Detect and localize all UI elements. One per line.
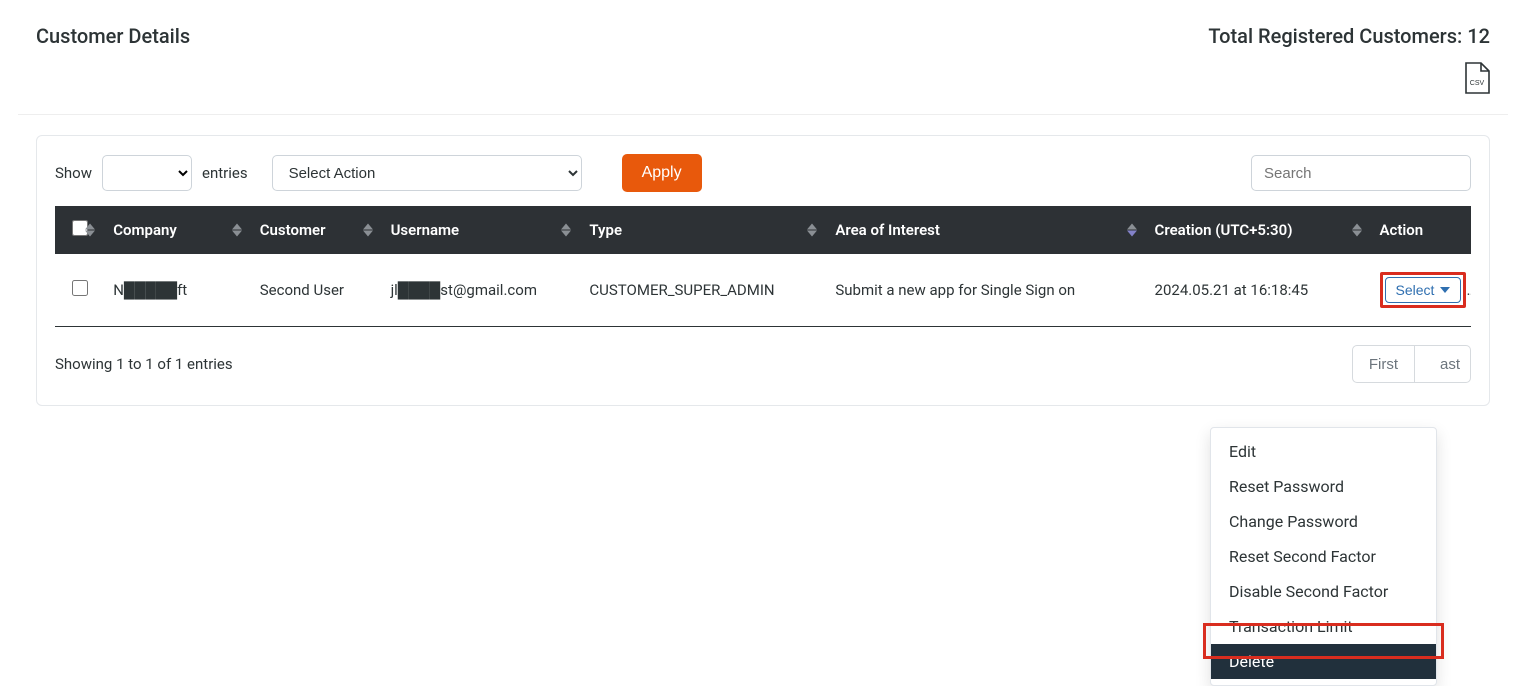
sort-icon[interactable] [1352, 224, 1362, 237]
col-type-label: Type [589, 221, 622, 239]
total-customers-label: Total Registered Customers: 12 [1208, 24, 1490, 48]
row-action-dropdown: Edit Reset Password Change Password Rese… [1210, 427, 1437, 686]
sort-icon[interactable] [561, 224, 571, 237]
dropdown-item-reset-password[interactable]: Reset Password [1211, 469, 1436, 504]
csv-file-icon: CSV [1464, 62, 1490, 94]
select-highlight: Select [1380, 272, 1467, 308]
entries-select[interactable] [102, 155, 192, 191]
cell-type: CUSTOMER_SUPER_ADMIN [581, 254, 827, 327]
table-row: N█████ft Second User jl████st@gmail.com … [55, 254, 1471, 327]
dropdown-item-reset-second-factor[interactable]: Reset Second Factor [1211, 539, 1436, 574]
col-area[interactable]: Area of Interest [827, 206, 1146, 254]
sort-icon[interactable] [807, 224, 817, 237]
col-creation[interactable]: Creation (UTC+5:30) [1147, 206, 1372, 254]
showing-entries-label: Showing 1 to 1 of 1 entries [55, 355, 233, 373]
cell-area: Submit a new app for Single Sign on [827, 254, 1146, 327]
pagination-first-button[interactable]: First [1352, 345, 1415, 383]
col-creation-label: Creation (UTC+5:30) [1155, 221, 1293, 239]
sort-icon[interactable] [232, 224, 242, 237]
dropdown-item-edit[interactable]: Edit [1211, 434, 1436, 469]
header-divider [18, 114, 1508, 115]
col-customer[interactable]: Customer [252, 206, 383, 254]
search-input[interactable] [1251, 155, 1471, 191]
dropdown-item-transaction-limit[interactable]: Transaction Limit [1211, 609, 1436, 644]
export-csv-button[interactable]: CSV [1464, 62, 1490, 97]
cell-creation: 2024.05.21 at 16:18:45 [1147, 254, 1372, 327]
col-customer-label: Customer [260, 221, 326, 239]
dropdown-item-disable-second-factor[interactable]: Disable Second Factor [1211, 574, 1436, 609]
col-action-label: Action [1380, 221, 1424, 239]
sort-icon[interactable] [363, 224, 373, 237]
col-action: Action [1372, 206, 1471, 254]
pagination: First ast [1352, 345, 1471, 383]
col-company-label: Company [113, 221, 177, 239]
cell-company: N█████ft [105, 254, 252, 327]
caret-down-icon [1440, 287, 1450, 293]
col-company[interactable]: Company [105, 206, 252, 254]
apply-button[interactable]: Apply [622, 154, 702, 192]
pagination-last-button[interactable]: ast [1415, 345, 1471, 383]
entries-label: entries [202, 164, 248, 182]
row-action-select-label: Select [1396, 282, 1435, 298]
sort-icon[interactable] [85, 224, 95, 237]
row-action-select-button[interactable]: Select [1385, 277, 1462, 303]
bulk-action-select[interactable]: Select Action [272, 155, 582, 191]
row-checkbox[interactable] [72, 280, 88, 296]
dropdown-item-delete[interactable]: Delete [1211, 644, 1436, 679]
col-username[interactable]: Username [383, 206, 582, 254]
sort-icon[interactable] [1127, 224, 1137, 237]
col-username-label: Username [391, 221, 460, 239]
col-area-label: Area of Interest [835, 221, 940, 239]
page-title: Customer Details [36, 24, 190, 48]
customers-table: Company Customer Username Type Area of I… [55, 206, 1471, 327]
dropdown-item-change-password[interactable]: Change Password [1211, 504, 1436, 539]
customers-card: Show entries Select Action Apply [36, 135, 1490, 406]
cell-username: jl████st@gmail.com [383, 254, 582, 327]
cell-customer: Second User [252, 254, 383, 327]
svg-text:CSV: CSV [1470, 80, 1485, 87]
col-type[interactable]: Type [581, 206, 827, 254]
show-label: Show [55, 164, 92, 182]
